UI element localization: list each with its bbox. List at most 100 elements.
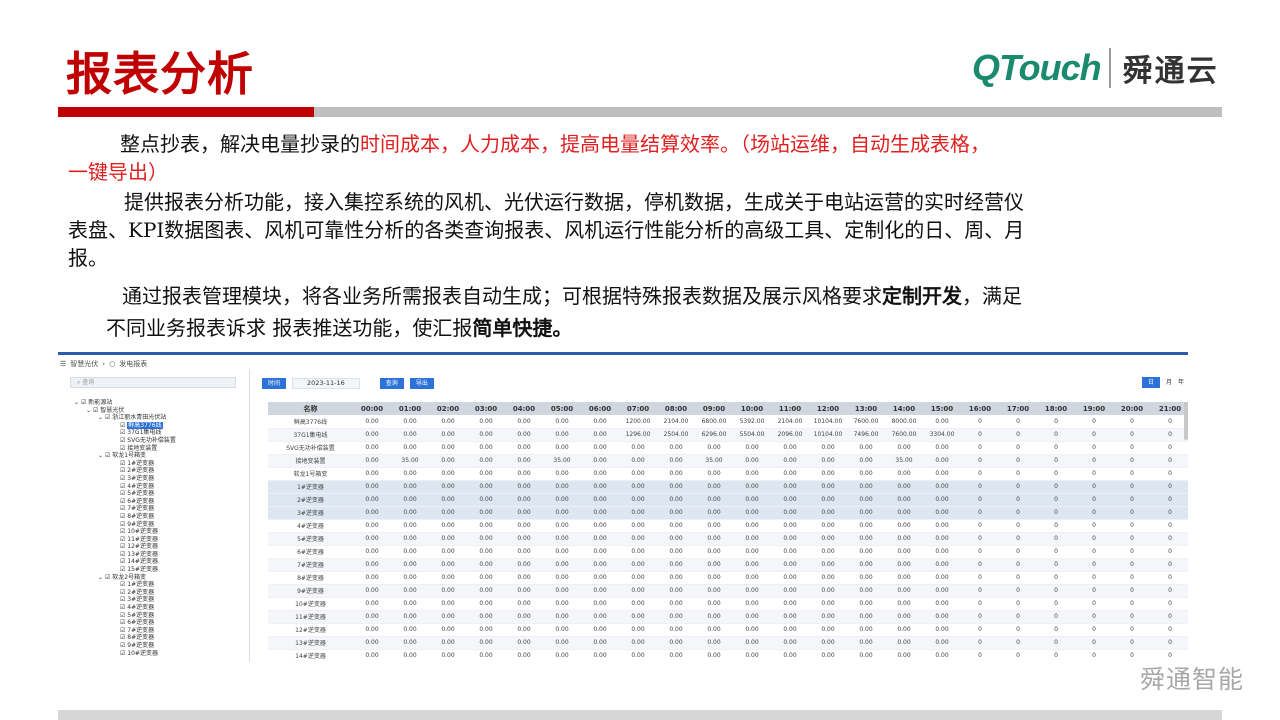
tree-node[interactable]: ☑ 8#逆变器	[74, 513, 250, 521]
tree-node[interactable]: ☑ 4#逆变器	[74, 604, 250, 612]
tree-node[interactable]: ⌄ ☑ 软龙1号箱变	[74, 452, 250, 460]
breadcrumb-item[interactable]: 发电报表	[119, 359, 147, 369]
tree-node[interactable]: ☑ 2#逆变器	[74, 467, 250, 475]
energy-value-cell: 0	[1037, 467, 1075, 481]
tree-search-input[interactable]: ⌕ 查询	[70, 377, 236, 388]
tree-node[interactable]: ☑ 鲜高3776线	[74, 421, 250, 430]
table-row[interactable]: 2#逆变器 0.00 0.00 0.00 0.00 0.00 0.00 0.00 0.00 0.0…	[268, 493, 1188, 507]
row-name-cell: 13#逆变器	[268, 636, 353, 650]
menu-icon[interactable]: ☰	[60, 360, 66, 368]
tree-node[interactable]: ☑ 37G1集电线	[74, 429, 250, 437]
period-month-tab[interactable]: 月	[1166, 377, 1172, 388]
table-row[interactable]: 鲜高3776线 0.00 0.00 0.00 0.00 0.00 0.00 0.00 1200.…	[268, 415, 1188, 429]
energy-value-cell: 0.00	[505, 597, 543, 611]
energy-value-cell: 0.00	[619, 467, 657, 481]
table-row[interactable]: 11#逆变器 0.00 0.00 0.00 0.00 0.00 0.00 0.00 0.00 0.…	[268, 610, 1188, 624]
tree-node[interactable]: ⌄ ☑ 软龙2号箱变	[74, 574, 250, 582]
tree-node[interactable]: ☑ 10#逆变器	[74, 528, 250, 536]
table-row[interactable]: 3#逆变器 0.00 0.00 0.00 0.00 0.00 0.00 0.00 0.00 0.0…	[268, 506, 1188, 520]
time-filter-button[interactable]: 时间	[262, 377, 287, 389]
energy-value-cell: 0.00	[809, 545, 847, 559]
energy-value-cell: 0.00	[771, 467, 809, 481]
table-row[interactable]: 4#逆变器 0.00 0.00 0.00 0.00 0.00 0.00 0.00 0.00 0.0…	[268, 519, 1188, 533]
query-button[interactable]: 查询	[379, 377, 404, 389]
date-picker[interactable]: 2023-11-16	[292, 377, 360, 389]
chevron-down-icon[interactable]: ⌄	[98, 414, 105, 421]
energy-value-cell: 0.00	[543, 571, 581, 585]
energy-value-cell: 0	[1037, 441, 1075, 455]
table-row[interactable]: 1#逆变器 0.00 0.00 0.00 0.00 0.00 0.00 0.00 0.00 0.0…	[268, 480, 1188, 494]
energy-value-cell: 0.00	[581, 610, 619, 624]
tree-node[interactable]: ☑ 2#逆变器	[74, 589, 250, 597]
tree-node[interactable]: ⌄ ☑ 新能源站	[74, 399, 250, 407]
tree-node[interactable]: ☑ 8#逆变器	[74, 634, 250, 642]
tree-node[interactable]: ☑ 10#逆变器	[74, 650, 250, 658]
energy-value-cell: 0.00	[543, 415, 581, 429]
energy-value-cell: 0.00	[619, 480, 657, 494]
energy-value-cell: 0.00	[505, 493, 543, 507]
energy-value-cell: 7600.00	[847, 415, 885, 429]
tree-node[interactable]: ☑ 3#逆变器	[74, 596, 250, 604]
energy-value-cell: 0.00	[619, 597, 657, 611]
breadcrumb-item[interactable]: 智慧光伏	[70, 359, 98, 369]
tree-node[interactable]: ☑ 6#逆变器	[74, 619, 250, 627]
table-row[interactable]: 软龙1号箱变 0.00 0.00 0.00 0.00 0.00 0.00 0.00 0.00 0.…	[268, 467, 1188, 481]
table-row[interactable]: 13#逆变器 0.00 0.00 0.00 0.00 0.00 0.00 0.00 0.00 0.…	[268, 636, 1188, 650]
table-row[interactable]: 9#逆变器 0.00 0.00 0.00 0.00 0.00 0.00 0.00 0.00 0.0…	[268, 584, 1188, 598]
tree-node[interactable]: ☑ 5#逆变器	[74, 612, 250, 620]
period-year-tab[interactable]: 年	[1178, 377, 1184, 388]
tree-node[interactable]: ☑ 5#逆变器	[74, 490, 250, 498]
tree-node[interactable]: ☑ 9#逆变器	[74, 521, 250, 529]
tree-node[interactable]: ☑ 13#逆变器	[74, 551, 250, 559]
energy-value-cell: 0.00	[771, 636, 809, 650]
tree-node-label: 6#逆变器	[127, 497, 155, 505]
chevron-down-icon[interactable]: ⌄	[98, 452, 105, 459]
tree-node[interactable]: ☑ 7#逆变器	[74, 505, 250, 513]
tree-node[interactable]: ☑ 11#逆变器	[74, 536, 250, 544]
energy-value-cell: 0	[999, 571, 1037, 585]
table-row[interactable]: 10#逆变器 0.00 0.00 0.00 0.00 0.00 0.00 0.00 0.00 0.…	[268, 597, 1188, 611]
chevron-down-icon[interactable]: ⌄	[98, 574, 105, 581]
tree-node[interactable]: ☑ 1#逆变器	[74, 460, 250, 468]
tree-node[interactable]: ☑ 15#逆变器	[74, 566, 250, 574]
tree-node-label: 9#逆变器	[127, 642, 155, 649]
tree-node[interactable]: ☑ 7#逆变器	[74, 627, 250, 635]
tree-node[interactable]: ☑ 6#逆变器	[74, 498, 250, 506]
energy-value-cell: 0.00	[847, 467, 885, 481]
table-row[interactable]: 37G1集电线 0.00 0.00 0.00 0.00 0.00 0.00 0.00 1296.…	[268, 428, 1188, 442]
table-row[interactable]: 6#逆变器 0.00 0.00 0.00 0.00 0.00 0.00 0.00 0.00 0.0…	[268, 545, 1188, 559]
hourly-energy-table: 名称 00:00 01:00 02:00 03:00 04:00 05:00 06:00 07:…	[268, 402, 1188, 662]
tree-node[interactable]: ☑ 1#逆变器	[74, 581, 250, 589]
energy-value-cell: 0.00	[505, 545, 543, 559]
energy-value-cell: 0.00	[467, 480, 505, 494]
table-row[interactable]: 5#逆变器 0.00 0.00 0.00 0.00 0.00 0.00 0.00 0.00 0.0…	[268, 532, 1188, 546]
table-row[interactable]: 7#逆变器 0.00 0.00 0.00 0.00 0.00 0.00 0.00 0.00 0.0…	[268, 558, 1188, 572]
energy-value-cell: 0.00	[923, 649, 961, 662]
energy-value-cell: 0	[961, 480, 999, 494]
energy-value-cell: 0.00	[353, 584, 391, 598]
energy-value-cell: 0	[999, 415, 1037, 429]
table-scrollbar[interactable]	[1184, 402, 1188, 440]
export-button[interactable]: 导出	[409, 377, 434, 389]
chevron-down-icon[interactable]: ⌄	[86, 407, 93, 414]
tree-node[interactable]: ☑ 9#逆变器	[74, 642, 250, 650]
energy-value-cell: 1296.00	[619, 428, 657, 442]
energy-value-cell: 0.00	[581, 441, 619, 455]
tree-node[interactable]: ☑ 12#逆变器	[74, 543, 250, 551]
energy-value-cell: 5504.00	[733, 428, 771, 442]
chevron-down-icon[interactable]: ⌄	[74, 399, 81, 406]
table-row[interactable]: 接地变装置 0.00 35.00 0.00 0.00 0.00 35.00 0.00 0.00 0…	[268, 454, 1188, 468]
table-row[interactable]: 8#逆变器 0.00 0.00 0.00 0.00 0.00 0.00 0.00 0.00 0.0…	[268, 571, 1188, 585]
energy-value-cell: 0.00	[505, 610, 543, 624]
tree-node[interactable]: ☑ 4#逆变器	[74, 483, 250, 491]
tree-node[interactable]: ⌄ ☑ 浙江丽水青田光伏站	[74, 414, 250, 422]
period-day-tab[interactable]: 日	[1141, 377, 1160, 388]
tree-node[interactable]: ☑ 14#逆变器	[74, 558, 250, 566]
energy-value-cell: 0.00	[771, 493, 809, 507]
tree-node[interactable]: ☑ SVG无功补偿装置	[74, 437, 250, 445]
table-row[interactable]: 12#逆变器 0.00 0.00 0.00 0.00 0.00 0.00 0.00 0.00 0.…	[268, 623, 1188, 637]
table-row[interactable]: SVG无功补偿装置 0.00 0.00 0.00 0.00 0.00 0.00 0.00 0.0…	[268, 441, 1188, 455]
energy-value-cell: 0.00	[733, 571, 771, 585]
table-row[interactable]: 14#逆变器 0.00 0.00 0.00 0.00 0.00 0.00 0.00 0.00 0.…	[268, 649, 1188, 662]
tree-node[interactable]: ☑ 3#逆变器	[74, 475, 250, 483]
